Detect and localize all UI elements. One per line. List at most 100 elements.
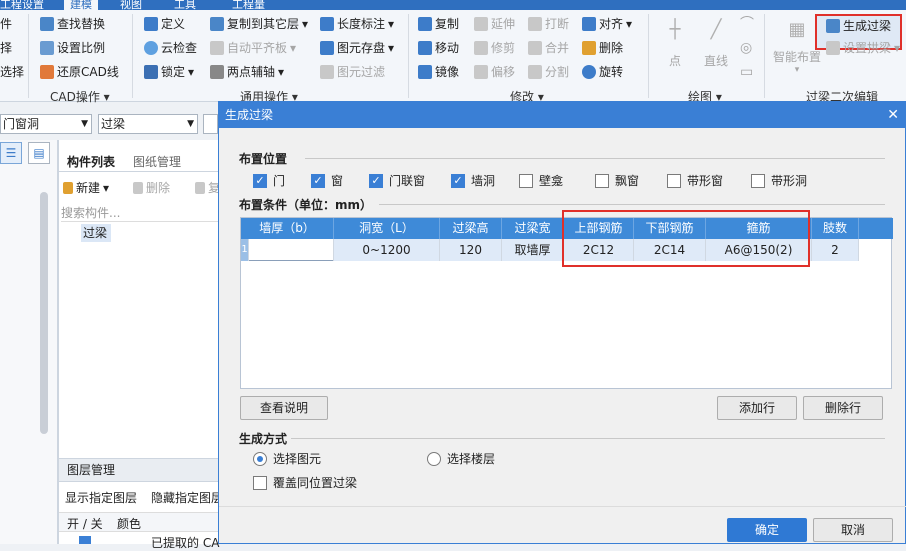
radio-select-element[interactable]: 选择图元: [253, 450, 321, 467]
checkbox-strip-opening[interactable]: 带形洞: [751, 172, 807, 189]
cell-lintel-width[interactable]: 取墙厚: [502, 239, 564, 261]
set-scale-button[interactable]: 设置比例: [40, 40, 105, 56]
chevron-down-icon: ▼: [81, 119, 88, 129]
generate-lintel-button[interactable]: 生成过梁: [826, 18, 891, 34]
show-layer-button[interactable]: 显示指定图层: [65, 490, 137, 506]
delete-icon: [582, 41, 596, 55]
scrollbar[interactable]: [40, 192, 48, 434]
tab-project-settings[interactable]: 工程设置: [0, 0, 44, 10]
lock-button[interactable]: 锁定 ▾: [144, 64, 194, 80]
hide-layer-button[interactable]: 隐藏指定图层: [151, 490, 223, 506]
cell-lintel-height[interactable]: 120: [440, 239, 502, 261]
cell-wall-thickness[interactable]: [249, 239, 334, 261]
draw-arc-button[interactable]: ⌒: [740, 16, 754, 32]
checkbox-bay-window[interactable]: 飘窗: [595, 172, 639, 189]
tab-modeling[interactable]: 建模: [64, 0, 98, 10]
component-item[interactable]: 过梁: [81, 224, 111, 242]
cell-legs[interactable]: 2: [812, 239, 859, 261]
rotate-button[interactable]: 旋转: [582, 64, 623, 80]
copy-floor-icon: [210, 17, 224, 31]
offset-button[interactable]: 偏移: [474, 64, 515, 80]
search-component-input[interactable]: 搜索构件...: [61, 204, 219, 222]
check-icon: ✓: [369, 173, 383, 188]
split-icon: [528, 65, 542, 79]
layer-panel-title: 图层管理: [59, 458, 219, 482]
align-icon: [582, 17, 596, 31]
axis-icon: [210, 65, 224, 79]
copy-to-floor-button[interactable]: 复制到其它层 ▾: [210, 16, 308, 32]
split-button[interactable]: 分割: [528, 64, 569, 80]
col-legs: 肢数: [812, 218, 859, 239]
checkbox-strip-window[interactable]: 带形窗: [667, 172, 723, 189]
tab-tools[interactable]: 工具: [174, 0, 196, 10]
extend-button[interactable]: 延伸: [474, 16, 515, 32]
view-help-button[interactable]: 查看说明: [240, 396, 328, 420]
trim-button[interactable]: 修剪: [474, 40, 515, 56]
find-replace-icon: [40, 17, 54, 31]
cancel-button[interactable]: 取消: [813, 518, 893, 542]
checkbox-door-window[interactable]: ✓ 门联窗: [369, 172, 425, 189]
align-button[interactable]: 对齐 ▾: [582, 16, 632, 32]
draw-line-button[interactable]: ╱ 直线: [700, 14, 732, 69]
copy-button[interactable]: 复制: [418, 16, 459, 32]
delete-button[interactable]: 删除: [582, 40, 623, 56]
length-mark-button[interactable]: 长度标注 ▾: [320, 16, 394, 32]
checkbox-cover-lintel[interactable]: 覆盖同位置过梁: [253, 474, 357, 491]
layer-toggle-checkbox[interactable]: [79, 536, 91, 544]
draw-rect-button[interactable]: ▭: [740, 64, 753, 80]
move-button[interactable]: 移动: [418, 40, 459, 56]
col-opening-width: 洞宽（L）: [334, 218, 440, 239]
draw-circle-button[interactable]: ◎: [740, 40, 752, 56]
tab-drawing-manage[interactable]: 图纸管理: [133, 153, 181, 170]
two-point-axis-button[interactable]: 两点辅轴 ▾: [210, 64, 284, 80]
ok-button[interactable]: 确定: [727, 518, 807, 542]
cell-opening-width[interactable]: 0~1200: [334, 239, 440, 261]
combo-3[interactable]: [203, 114, 218, 134]
draw-point-button[interactable]: ┼ 点: [660, 14, 690, 69]
radio-select-floor[interactable]: 选择楼层: [427, 450, 495, 467]
detail-view-icon[interactable]: ▤: [28, 142, 50, 164]
break-button[interactable]: 打断: [528, 16, 569, 32]
lock-icon: [144, 65, 158, 79]
ribbon-edge-item-2[interactable]: 择: [0, 40, 12, 56]
restore-cad-button[interactable]: 还原CAD线: [40, 64, 119, 80]
new-component-button[interactable]: 新建 ▾: [63, 180, 109, 196]
close-icon[interactable]: ✕: [887, 102, 899, 128]
save-element-button[interactable]: 图元存盘 ▾: [320, 40, 394, 56]
panel-tabs: 构件列表 图纸管理: [59, 150, 219, 172]
group-cad-ops[interactable]: CAD操作 ▾: [50, 88, 110, 105]
checkbox-niche[interactable]: 壁龛: [519, 172, 563, 189]
merge-button[interactable]: 合并: [528, 40, 569, 56]
category-combo[interactable]: 门窗洞 ▼: [0, 114, 92, 134]
mirror-button[interactable]: 镜像: [418, 64, 459, 80]
add-row-button[interactable]: 添加行: [717, 396, 797, 420]
cloud-check-button[interactable]: 云检查: [144, 40, 197, 56]
arch-icon: [826, 41, 840, 55]
delete-row-button[interactable]: 删除行: [803, 396, 883, 420]
set-arch-lintel-button[interactable]: 设置拱梁 ▾: [826, 40, 900, 56]
delete-component-button[interactable]: 删除: [133, 180, 170, 196]
tab-component-list[interactable]: 构件列表: [67, 153, 115, 170]
tab-view[interactable]: 视图: [120, 0, 142, 10]
component-combo[interactable]: 过梁 ▼: [98, 114, 198, 134]
left-toolstrip: ☰ ▤: [0, 140, 58, 544]
delete-icon: [133, 182, 143, 194]
rebar-highlight-box: [562, 210, 810, 267]
checkbox-window[interactable]: ✓ 窗: [311, 172, 343, 189]
lintel-icon: [826, 19, 840, 33]
ribbon-edge-item-3[interactable]: 选择: [0, 64, 24, 80]
define-button[interactable]: 定义: [144, 16, 185, 32]
tab-quantity[interactable]: 工程量: [232, 0, 265, 10]
copy-component-button[interactable]: 复: [195, 180, 220, 196]
break-icon: [528, 17, 542, 31]
checkbox-wall-opening[interactable]: ✓ 墙洞: [451, 172, 495, 189]
length-icon: [320, 17, 334, 31]
check-icon: ✓: [451, 173, 465, 188]
checkbox-door[interactable]: ✓ 门: [253, 172, 285, 189]
find-replace-button[interactable]: 查找替换: [40, 16, 105, 32]
copy-icon: [418, 17, 432, 31]
element-filter-button[interactable]: 图元过滤: [320, 64, 385, 80]
ribbon-edge-item-1[interactable]: 件: [0, 16, 12, 32]
auto-flat-button[interactable]: 自动平齐板 ▾: [210, 40, 296, 56]
list-view-icon[interactable]: ☰: [0, 142, 22, 164]
